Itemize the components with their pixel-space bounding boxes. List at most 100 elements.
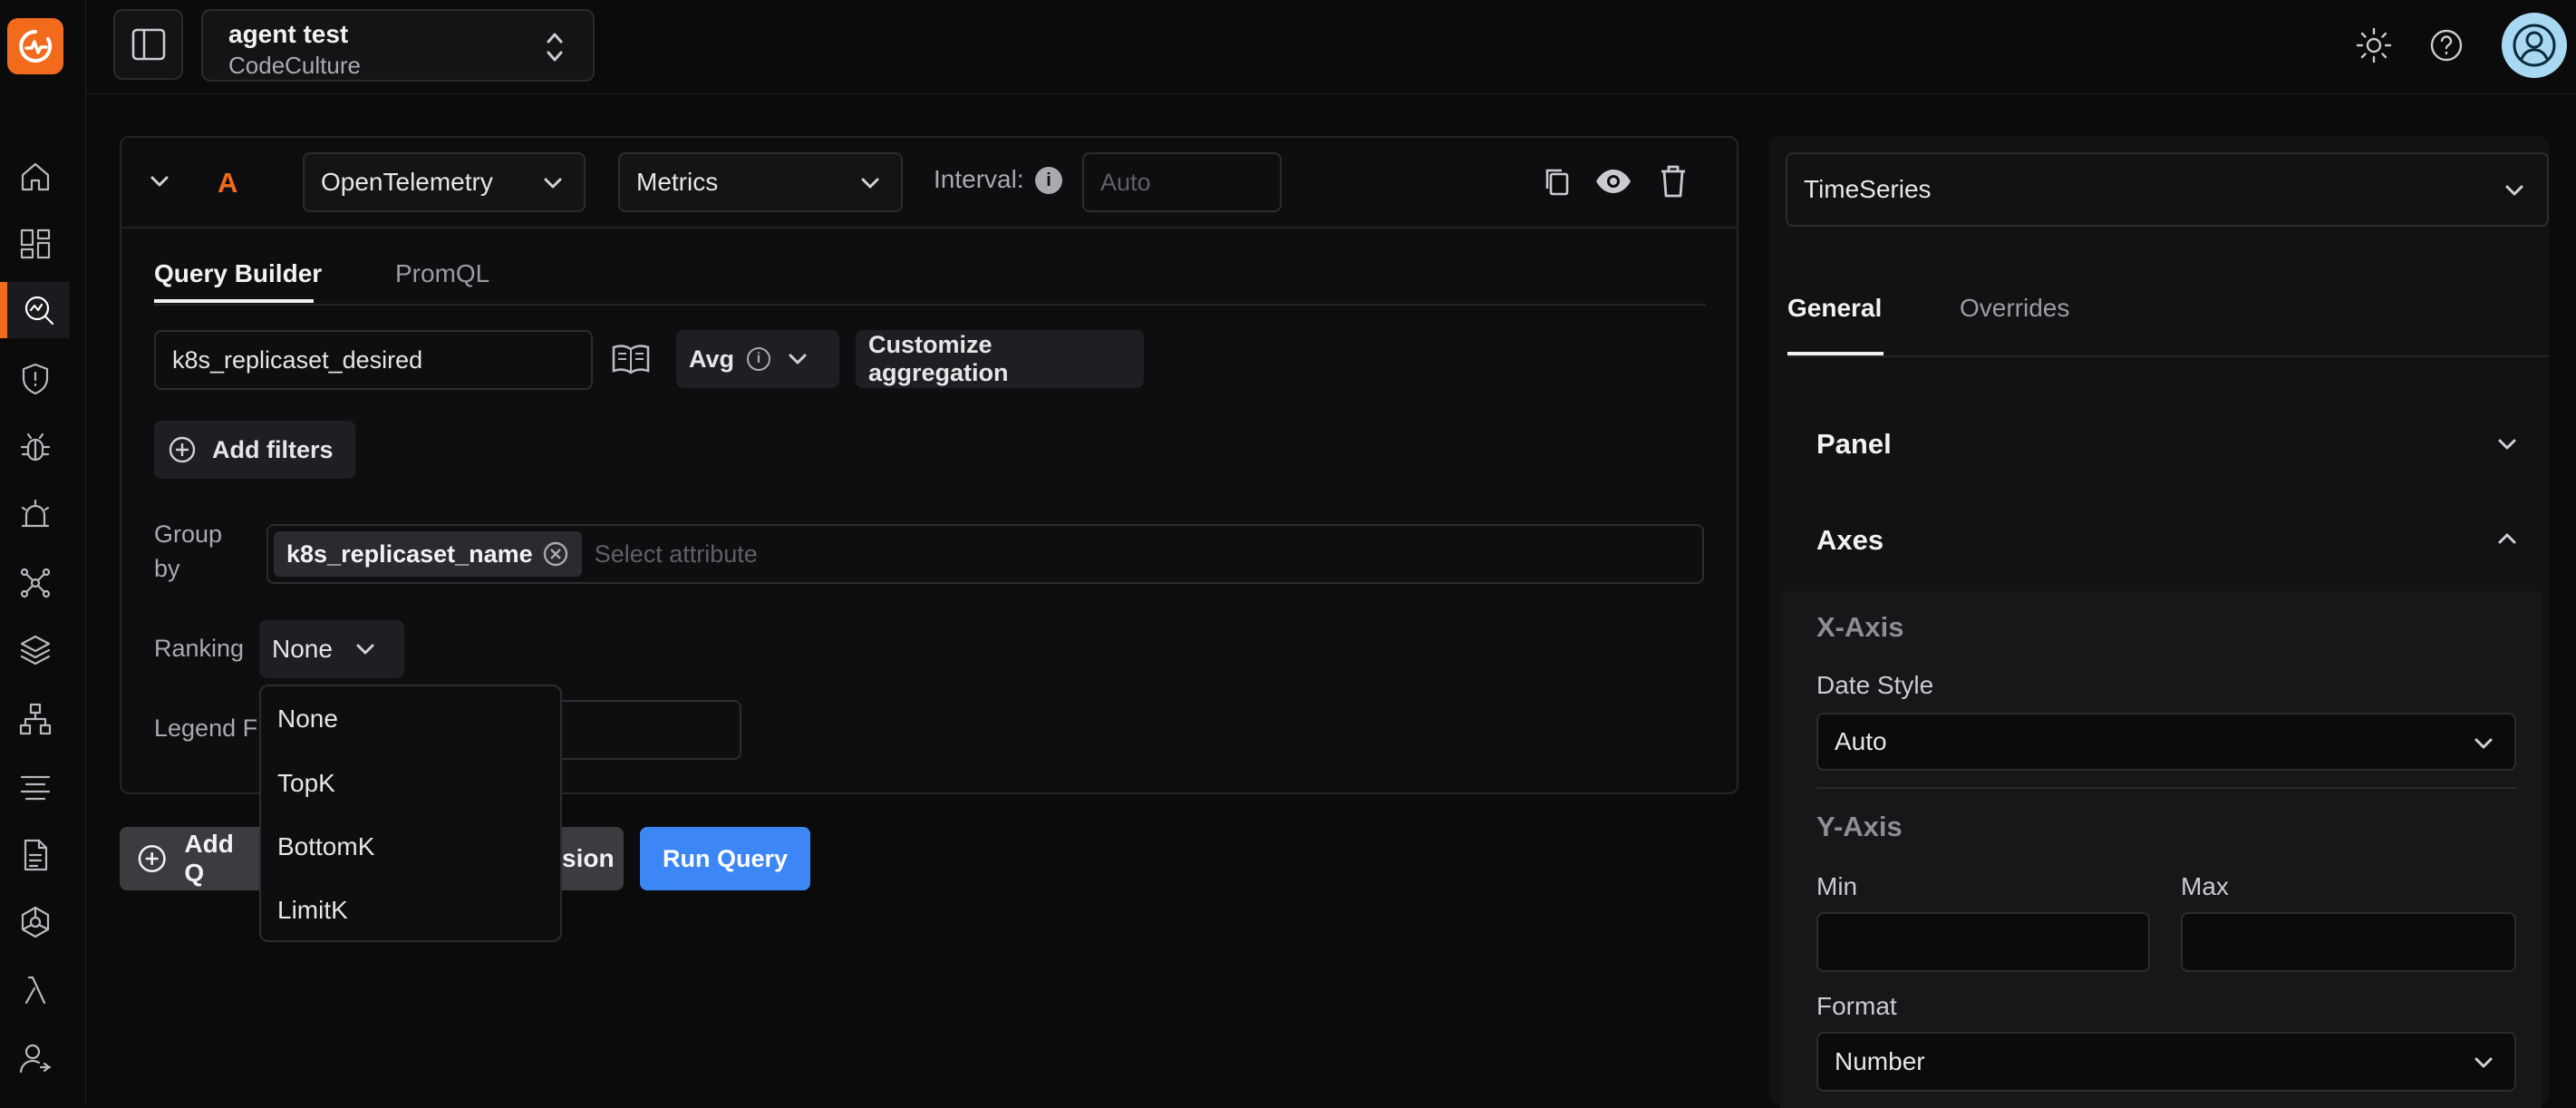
data-source-value: OpenTelemetry — [321, 168, 493, 196]
divider — [1816, 787, 2516, 789]
y-max-label: Max — [2181, 872, 2229, 900]
run-query-button[interactable]: Run Query — [640, 827, 810, 890]
ranking-option-bottomk[interactable]: BottomK — [277, 832, 374, 861]
date-style-label: Date Style — [1816, 671, 1934, 699]
format-value: Number — [1835, 1047, 1925, 1075]
tab-query-builder[interactable]: Query Builder — [154, 259, 322, 288]
logo-icon — [19, 30, 53, 63]
axes-settings: X-Axis Date Style Auto Y-Axis Min Max Fo… — [1780, 591, 2542, 1108]
chevron-down-icon — [857, 170, 883, 196]
bug-icon[interactable] — [0, 419, 70, 475]
toggle-visibility-button[interactable] — [1593, 163, 1633, 199]
metric-name-input[interactable]: k8s_replicaset_desired — [154, 330, 593, 390]
chevron-down-icon — [2471, 1050, 2496, 1075]
customize-aggregation-button[interactable]: Customize aggregation — [856, 330, 1144, 388]
format-label: Format — [1816, 992, 1897, 1020]
query-letter: A — [218, 167, 238, 199]
delete-query-button[interactable] — [1657, 163, 1690, 199]
collapse-query-button[interactable] — [147, 169, 172, 194]
date-style-select[interactable]: Auto — [1816, 713, 2516, 771]
help-button[interactable] — [2421, 20, 2472, 71]
add-query-button[interactable]: Add Q — [120, 827, 259, 890]
plus-circle-icon — [138, 844, 166, 873]
tab-general[interactable]: General — [1787, 294, 1882, 323]
chevron-down-icon — [785, 346, 810, 372]
chevron-down-icon — [353, 637, 378, 662]
y-axis-title: Y-Axis — [1816, 811, 1903, 842]
logs-icon[interactable] — [0, 759, 70, 815]
lambda-icon[interactable] — [0, 962, 70, 1018]
plus-circle-icon — [169, 436, 196, 463]
y-min-input[interactable] — [1816, 912, 2150, 972]
panel-type-select[interactable]: TimeSeries — [1786, 152, 2549, 227]
ranking-option-topk[interactable]: TopK — [277, 769, 335, 798]
tab-overrides[interactable]: Overrides — [1960, 294, 2069, 323]
add-formula-label: sion — [562, 844, 615, 872]
group-by-chip-label: k8s_replicaset_name — [286, 539, 533, 568]
chevron-down-icon — [540, 170, 566, 196]
dashboards-icon[interactable] — [0, 216, 70, 272]
chevron-up-icon[interactable] — [2494, 526, 2520, 551]
ranking-select[interactable]: None — [259, 620, 404, 678]
theme-toggle-button[interactable] — [2348, 20, 2399, 71]
date-style-value: Auto — [1835, 727, 1887, 755]
sidebar — [0, 0, 86, 1104]
sidebar-toggle-icon — [131, 28, 165, 61]
y-min-label: Min — [1816, 872, 1858, 900]
alerts-icon[interactable] — [0, 487, 70, 543]
add-formula-button[interactable]: sion — [562, 827, 624, 890]
ranking-option-none[interactable]: None — [277, 705, 338, 734]
add-filters-button[interactable]: Add filters — [154, 421, 355, 479]
hierarchy-icon[interactable] — [0, 691, 70, 747]
workspace-selector[interactable]: agent test CodeCulture — [201, 9, 595, 82]
home-icon[interactable] — [0, 149, 70, 205]
aggregation-select[interactable]: Avg i — [676, 330, 839, 388]
copy-icon — [1545, 169, 1569, 196]
tab-divider — [1787, 355, 2549, 357]
app-logo[interactable] — [7, 18, 63, 74]
active-tab-indicator — [154, 299, 314, 303]
axes-section-title[interactable]: Axes — [1816, 524, 1884, 557]
data-type-select[interactable]: Metrics — [618, 152, 903, 212]
group-by-label: Group — [154, 520, 223, 548]
chevron-down-icon — [2471, 731, 2496, 756]
data-source-select[interactable]: OpenTelemetry — [303, 152, 586, 212]
panel-section-title[interactable]: Panel — [1816, 428, 1892, 461]
query-header: A OpenTelemetry Metrics Interval: i Auto — [121, 138, 1737, 228]
chevron-down-icon[interactable] — [2494, 432, 2520, 457]
legend-format-input[interactable] — [553, 700, 741, 760]
trash-icon — [1661, 165, 1685, 198]
info-icon: i — [747, 347, 771, 371]
legend-format-label: Legend F — [154, 714, 258, 742]
copy-query-button[interactable] — [1541, 165, 1574, 198]
ranking-dropdown: None TopK BottomK LimitK — [259, 685, 562, 942]
ranking-value: None — [272, 635, 333, 663]
info-icon: i — [1035, 167, 1062, 194]
remove-chip-icon[interactable] — [542, 540, 569, 568]
format-select[interactable]: Number — [1816, 1032, 2516, 1092]
chevron-down-icon — [2502, 178, 2527, 203]
ranking-label: Ranking — [154, 635, 245, 662]
chevron-down-icon — [150, 176, 169, 187]
x-axis-title: X-Axis — [1816, 611, 1904, 643]
explorer-icon[interactable] — [0, 282, 70, 338]
metric-browser-button[interactable] — [611, 343, 651, 375]
layers-icon[interactable] — [0, 622, 70, 678]
panel-settings: TimeSeries General Overrides Panel Axes … — [1769, 136, 2549, 1108]
y-max-input[interactable] — [2181, 912, 2516, 972]
integrations-icon[interactable] — [0, 894, 70, 950]
service-map-icon[interactable] — [0, 555, 70, 611]
user-settings-icon[interactable] — [0, 1030, 70, 1086]
document-icon[interactable] — [0, 827, 70, 883]
interval-label: Interval: — [934, 165, 1024, 193]
interval-input[interactable]: Auto — [1082, 152, 1282, 212]
user-avatar[interactable] — [2502, 13, 2567, 78]
security-icon[interactable] — [0, 351, 70, 407]
help-icon — [2430, 29, 2463, 62]
ranking-option-limitk[interactable]: LimitK — [277, 896, 348, 925]
workspace-org: CodeCulture — [228, 52, 361, 79]
chevron-up-down-icon — [547, 33, 563, 62]
tab-promql[interactable]: PromQL — [395, 259, 489, 288]
sidebar-toggle-button[interactable] — [113, 9, 183, 80]
group-by-select[interactable]: k8s_replicaset_name Select attribute — [266, 524, 1704, 584]
